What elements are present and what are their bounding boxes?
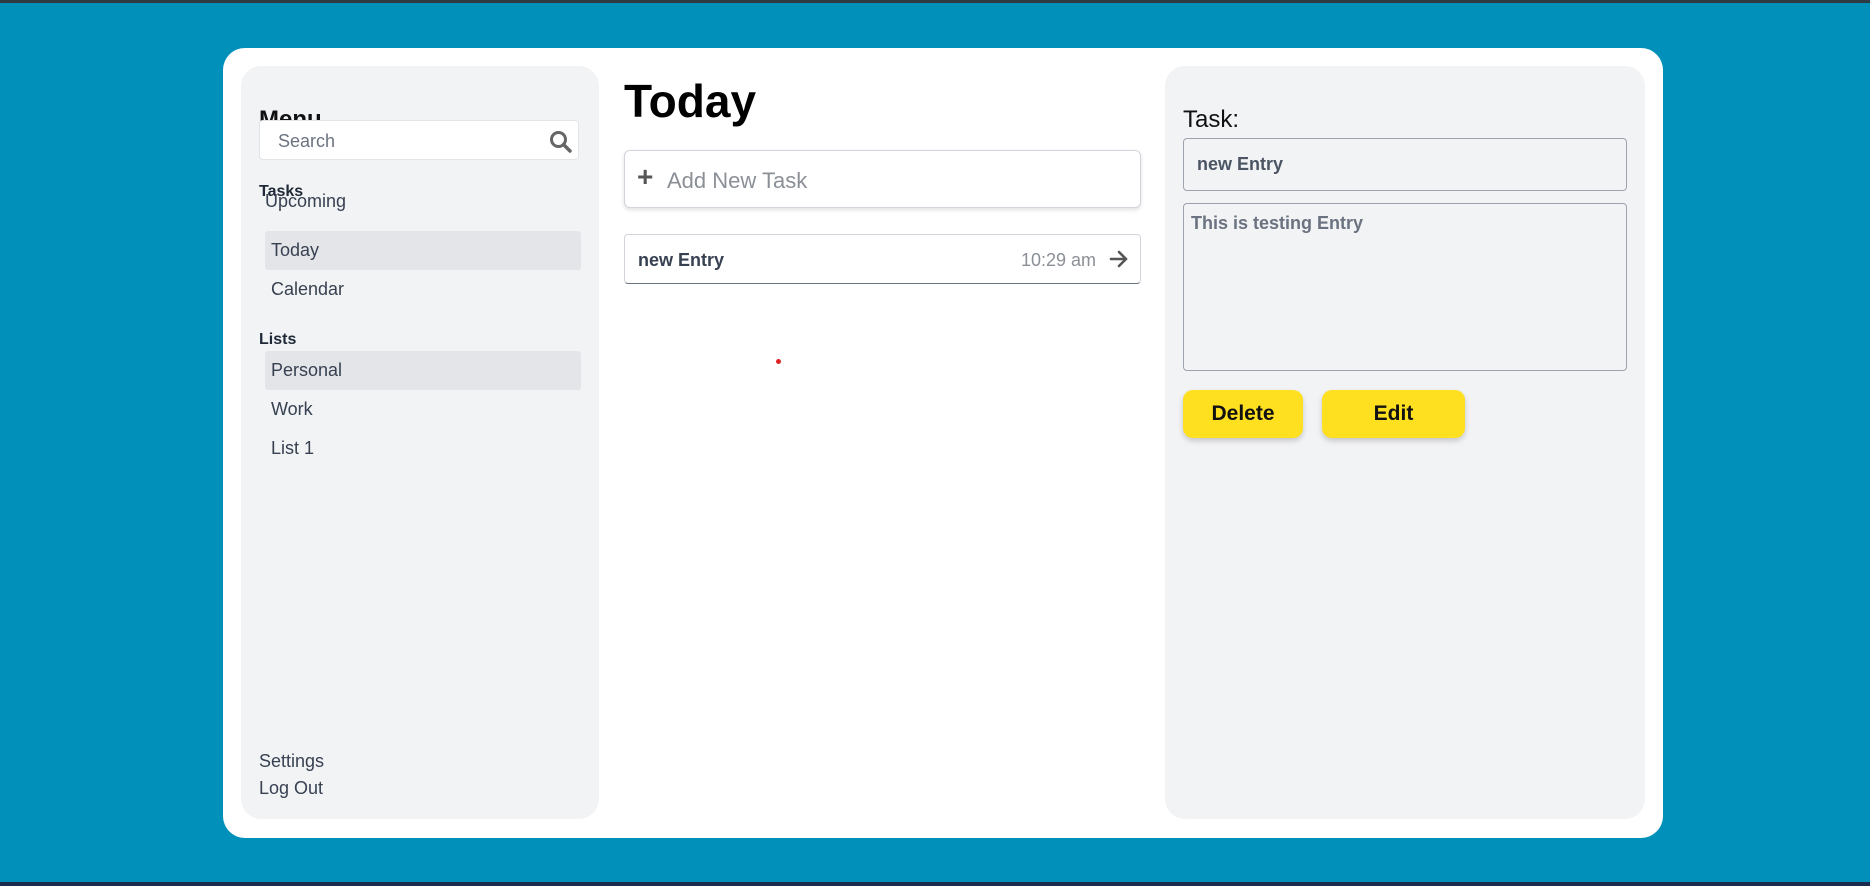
logout-link[interactable]: Log Out	[259, 778, 323, 799]
detail-title: Task:	[1183, 106, 1240, 133]
sidebar-item-list-1[interactable]: List 1	[265, 429, 581, 468]
task-name: new Entry	[638, 250, 725, 270]
delete-button[interactable]: Delete	[1183, 390, 1303, 438]
window-bottom-edge	[0, 882, 1870, 886]
add-task-input[interactable]: + Add New Task	[624, 150, 1141, 208]
settings-link[interactable]: Settings	[259, 751, 324, 772]
cursor-dot	[776, 359, 781, 364]
sidebar-item-calendar[interactable]: Calendar	[265, 270, 581, 309]
sidebar-item-personal[interactable]: Personal	[265, 351, 581, 390]
edit-button[interactable]: Edit	[1322, 390, 1465, 438]
app-card: Menu Tasks Upcoming Today Calendar Lists…	[223, 48, 1663, 838]
sidebar-item-work[interactable]: Work	[265, 390, 581, 429]
arrow-right-icon[interactable]	[1108, 248, 1130, 270]
task-time: 10:29 am	[1020, 250, 1096, 270]
plus-icon: +	[637, 161, 654, 192]
task-title-field[interactable]: new Entry	[1183, 138, 1627, 191]
page-title: Today	[624, 75, 757, 127]
sidebar: Menu Tasks Upcoming Today Calendar Lists…	[241, 66, 599, 819]
search-box	[259, 120, 579, 161]
search-icon[interactable]	[548, 129, 574, 155]
task-detail-panel: Task: new Entry This is testing Entry De…	[1165, 66, 1645, 819]
add-task-placeholder: Add New Task	[667, 168, 808, 193]
task-description-field[interactable]: This is testing Entry	[1183, 203, 1627, 371]
search-input[interactable]	[260, 121, 550, 161]
sidebar-item-upcoming[interactable]: Upcoming	[259, 182, 575, 221]
sidebar-item-today[interactable]: Today	[265, 231, 581, 270]
task-list-item[interactable]: new Entry 10:29 am	[624, 234, 1141, 284]
lists-section-label: Lists	[259, 331, 297, 348]
window-top-edge	[0, 0, 1870, 3]
